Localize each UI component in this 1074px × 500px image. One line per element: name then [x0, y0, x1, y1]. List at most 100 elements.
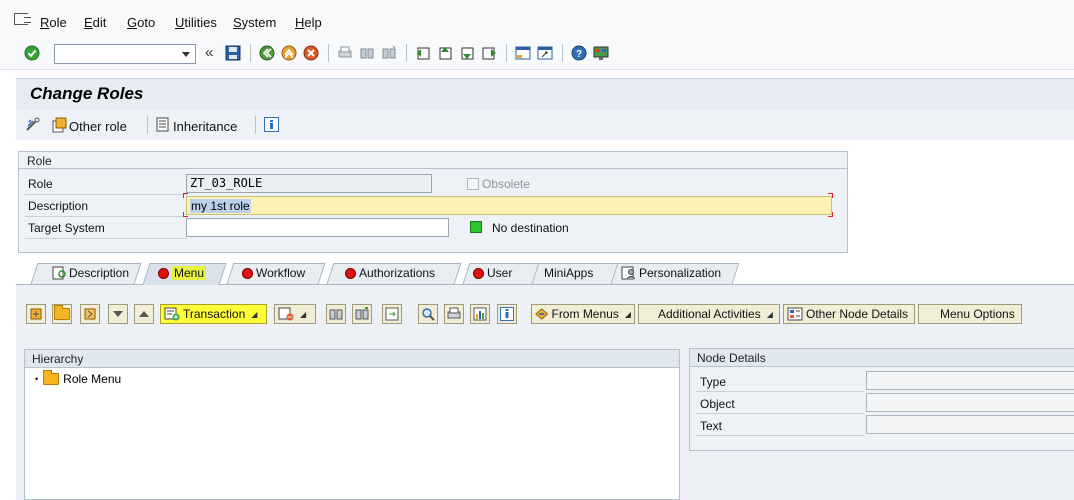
- toolbar-separator: [562, 44, 563, 62]
- description-input[interactable]: my 1st role: [186, 196, 832, 215]
- text-label: Text: [700, 419, 723, 433]
- svg-text:?: ?: [576, 49, 582, 60]
- status-red-icon: [158, 267, 169, 279]
- dropdown-arrow-icon: ◢: [251, 309, 258, 319]
- focus-corner: [183, 193, 188, 198]
- chevron-down-icon[interactable]: [182, 52, 190, 57]
- shortcut-icon[interactable]: [537, 45, 553, 61]
- description-selected-text: my 1st role: [190, 199, 251, 213]
- group-divider: [19, 168, 847, 169]
- cancel-icon[interactable]: [303, 45, 319, 61]
- add-transaction-icon: [164, 307, 180, 321]
- toolbar-separator: [147, 116, 148, 134]
- next-page-icon[interactable]: [459, 45, 475, 61]
- tab-workflow-label: Workflow: [256, 266, 306, 280]
- tab-authorizations[interactable]: Authorizations: [345, 266, 435, 280]
- focus-corner: [183, 212, 188, 217]
- other-role-button[interactable]: Other role: [69, 119, 127, 134]
- previous-page-icon[interactable]: [437, 45, 453, 61]
- info-icon[interactable]: [264, 117, 279, 132]
- role-group-box: Role Role ZT_03_ROLE Obsolete Descriptio…: [18, 151, 848, 253]
- command-field[interactable]: [54, 44, 196, 64]
- save-icon[interactable]: [225, 45, 241, 61]
- print-button[interactable]: [444, 304, 464, 324]
- other-role-icon[interactable]: [52, 117, 68, 133]
- menu-options-button[interactable]: Menu Options: [918, 304, 1022, 324]
- back-icon[interactable]: [259, 45, 275, 61]
- inheritance-icon[interactable]: [156, 117, 170, 132]
- delete-node-button[interactable]: ◢: [274, 304, 316, 324]
- folder-icon: [54, 305, 70, 320]
- replace-button[interactable]: [382, 304, 402, 324]
- display-change-icon[interactable]: [25, 117, 42, 133]
- create-session-icon[interactable]: [515, 45, 531, 61]
- customize-layout-icon[interactable]: [593, 45, 609, 61]
- first-page-icon[interactable]: [415, 45, 431, 61]
- tab-user[interactable]: User: [473, 266, 512, 280]
- replace-icon: [385, 307, 399, 321]
- object-field: [866, 393, 1074, 412]
- additional-activities-button[interactable]: Additional Activities ◢: [638, 304, 780, 324]
- tree-node-root[interactable]: • Role Menu: [35, 370, 121, 386]
- tab-miniapps[interactable]: MiniApps: [544, 266, 593, 280]
- tab-personalization[interactable]: Personalization: [621, 266, 721, 280]
- tab-description[interactable]: Description: [52, 266, 129, 280]
- collapse-double-chevron-icon[interactable]: «: [205, 44, 213, 61]
- title-bar: Change Roles: [16, 78, 1074, 110]
- obsolete-label: Obsolete: [482, 177, 531, 191]
- from-menus-button[interactable]: From Menus ◢: [531, 304, 635, 324]
- last-page-icon[interactable]: [481, 45, 497, 61]
- move-node-icon: [84, 308, 96, 320]
- help-icon[interactable]: ?: [571, 45, 587, 61]
- exit-icon[interactable]: [281, 45, 297, 61]
- move-down-button[interactable]: [108, 304, 128, 324]
- node-details-icon: [787, 307, 803, 321]
- info-button[interactable]: [497, 304, 517, 324]
- zoom-button[interactable]: [418, 304, 438, 324]
- print-icon[interactable]: [337, 45, 353, 61]
- menu-role[interactable]: Role: [40, 15, 67, 30]
- other-node-details-button[interactable]: Other Node Details: [783, 304, 915, 324]
- toolbar-separator: [250, 44, 251, 62]
- focus-corner: [828, 193, 833, 198]
- transaction-button[interactable]: Transaction ◢: [160, 304, 267, 324]
- label-underline: [25, 238, 187, 239]
- folder-icon: [43, 370, 60, 385]
- toolbar-separator: [506, 44, 507, 62]
- target-system-input[interactable]: [186, 218, 449, 237]
- menu-edit[interactable]: Edit: [84, 15, 106, 30]
- destination-status-icon: [470, 221, 482, 233]
- inheritance-button[interactable]: Inheritance: [173, 119, 237, 134]
- tab-workflow[interactable]: Workflow: [242, 266, 305, 280]
- find-icon: [329, 309, 343, 320]
- find-next-icon[interactable]: [381, 45, 397, 61]
- tab-menu[interactable]: Menu: [158, 266, 207, 280]
- find-button[interactable]: [326, 304, 346, 324]
- triangle-down-icon: [113, 311, 123, 317]
- move-node-button[interactable]: [80, 304, 100, 324]
- find-next-button[interactable]: [352, 304, 372, 324]
- obsolete-checkbox[interactable]: [467, 178, 479, 190]
- enter-icon[interactable]: [24, 45, 40, 61]
- dropdown-arrow-icon: ◢: [624, 309, 631, 319]
- label-underline: [25, 194, 187, 195]
- hierarchy-panel: Hierarchy • Role Menu: [24, 349, 680, 500]
- role-field: ZT_03_ROLE: [186, 174, 432, 193]
- find-icon[interactable]: [359, 45, 375, 61]
- delete-node-icon: [278, 307, 294, 321]
- export-button[interactable]: [470, 304, 490, 324]
- from-menus-label: From Menus: [551, 307, 619, 321]
- menu-help[interactable]: Help: [295, 15, 322, 30]
- menu-goto[interactable]: Goto: [127, 15, 155, 30]
- status-red-icon: [345, 267, 356, 279]
- menu-utilities[interactable]: Utilities: [175, 15, 217, 30]
- toolbar-separator: [328, 44, 329, 62]
- app-menu-icon[interactable]: [14, 13, 31, 25]
- menu-system[interactable]: System: [233, 15, 276, 30]
- insert-node-button[interactable]: [26, 304, 46, 324]
- tab-personalization-label: Personalization: [639, 266, 722, 280]
- create-folder-button[interactable]: [52, 304, 72, 324]
- hierarchy-header: Hierarchy: [25, 350, 679, 368]
- move-up-button[interactable]: [134, 304, 154, 324]
- from-menus-icon: [535, 308, 549, 320]
